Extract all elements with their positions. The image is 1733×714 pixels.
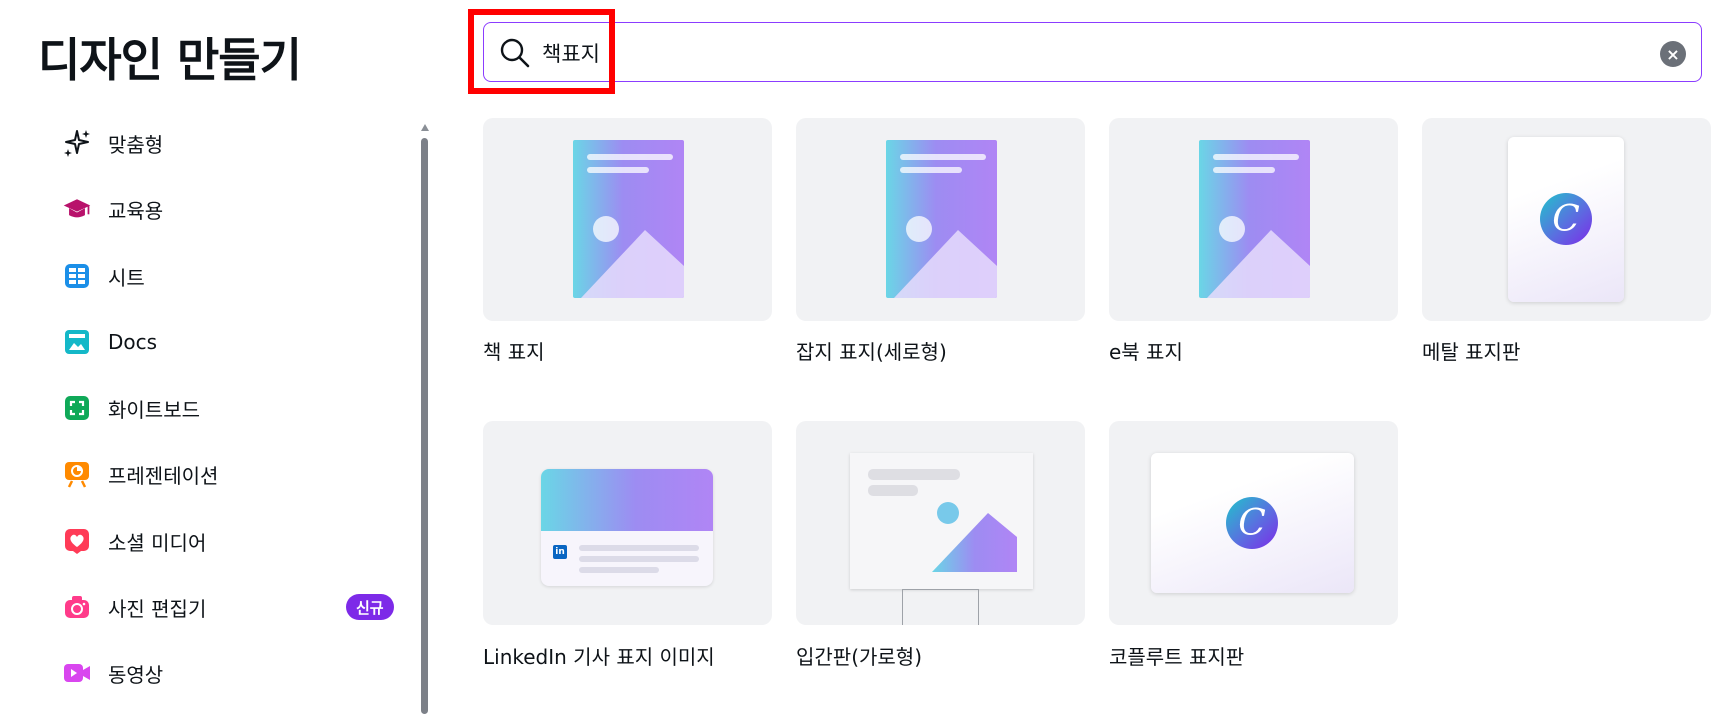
poster-preview [573, 140, 684, 298]
sidebar-item-sheets[interactable]: 시트 [56, 251, 401, 301]
search-bar: × [483, 22, 1702, 82]
sidebar-item-label: 교육용 [108, 198, 164, 223]
sidebar-item-video[interactable]: 동영상 [56, 648, 401, 698]
sidebar-item-label: 사진 편집기 [108, 596, 207, 621]
scrollbar-thumb[interactable] [421, 138, 428, 714]
sidebar-item-custom[interactable]: 맞춤형 [56, 118, 401, 168]
sidebar-item-whiteboard[interactable]: 화이트보드 [56, 383, 401, 433]
canva-logo-icon: C [1540, 193, 1592, 245]
sidebar-item-label: Docs [108, 330, 158, 354]
scroll-up-icon[interactable] [421, 124, 429, 131]
poster-preview [1199, 140, 1310, 298]
video-camera-icon [62, 658, 92, 688]
whiteboard-icon [62, 393, 92, 423]
sidebar-item-label: 맞춤형 [108, 132, 164, 157]
canva-logo-icon: C [1226, 497, 1278, 549]
sidebar-item-label: 시트 [108, 265, 145, 290]
card-thumbnail: C [1109, 421, 1398, 625]
search-input[interactable] [542, 35, 1622, 71]
close-icon[interactable]: × [1660, 41, 1686, 67]
result-card-ebook-cover[interactable]: e북 표지 [1109, 118, 1398, 364]
sidebar-item-label: 화이트보드 [108, 397, 200, 422]
card-thumbnail [1109, 118, 1398, 321]
docs-icon [62, 327, 92, 357]
linkedin-icon: in [553, 545, 567, 559]
sidebar-item-label: 동영상 [108, 662, 164, 687]
sheet-grid-icon [62, 261, 92, 291]
sidebar-item-label: 프레젠테이션 [108, 463, 219, 488]
result-card-book-cover[interactable]: 책 표지 [483, 118, 772, 364]
result-card-metal-sign[interactable]: C 메탈 표지판 [1422, 118, 1711, 364]
graduation-cap-icon [62, 194, 92, 224]
heart-icon [62, 526, 92, 556]
new-badge: 신규 [346, 594, 394, 620]
card-label: LinkedIn 기사 표지 이미지 [483, 645, 715, 669]
sparkles-icon [62, 128, 92, 158]
linkedin-preview: in [541, 469, 713, 586]
result-card-coroplast-sign[interactable]: C 코플루트 표지판 [1109, 421, 1398, 669]
sidebar-item-social-media[interactable]: 소셜 미디어 [56, 516, 401, 566]
page-title: 디자인 만들기 [38, 33, 302, 87]
card-label: 입간판(가로형) [796, 645, 923, 669]
result-card-linkedin-article-cover[interactable]: in LinkedIn 기사 표지 이미지 [483, 421, 772, 669]
sidebar-item-photo-editor[interactable]: 사진 편집기 신규 [56, 582, 401, 632]
card-label: 책 표지 [483, 340, 545, 364]
sidebar-item-docs[interactable]: Docs [56, 317, 401, 367]
card-label: 잡지 표지(세로형) [796, 340, 947, 364]
card-thumbnail [796, 421, 1085, 625]
sidebar-item-label: 소셜 미디어 [108, 530, 207, 555]
card-thumbnail: in [483, 421, 772, 625]
sign-board-preview [850, 453, 1033, 589]
sidebar-item-education[interactable]: 교육용 [56, 184, 401, 234]
sidebar-item-presentation[interactable]: 프레젠테이션 [56, 449, 401, 499]
sign-stand [902, 589, 979, 625]
card-label: 코플루트 표지판 [1109, 645, 1245, 669]
sidebar-scrollbar[interactable] [421, 124, 429, 714]
sign-preview: C [1151, 453, 1354, 593]
presentation-icon [62, 459, 92, 489]
sign-preview: C [1508, 137, 1624, 302]
card-label: 메탈 표지판 [1422, 340, 1521, 364]
result-card-magazine-cover[interactable]: 잡지 표지(세로형) [796, 118, 1085, 364]
card-label: e북 표지 [1109, 340, 1183, 364]
poster-preview [886, 140, 997, 298]
card-thumbnail: C [1422, 118, 1711, 321]
card-thumbnail [796, 118, 1085, 321]
card-thumbnail [483, 118, 772, 321]
search-icon [498, 36, 532, 70]
camera-icon [62, 592, 92, 622]
result-card-a-frame-sign[interactable]: 입간판(가로형) [796, 421, 1085, 669]
